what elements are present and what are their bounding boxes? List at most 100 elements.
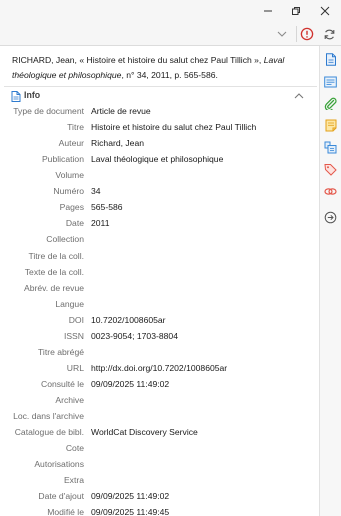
nav-related[interactable] — [323, 184, 338, 199]
close-icon — [320, 6, 330, 16]
info-icon — [325, 53, 336, 66]
field-row-numero: Numéro 34 — [0, 183, 319, 199]
related-icon — [324, 188, 337, 195]
field-row-loc-dans-l-archive: Loc. dans l'archive — [0, 408, 319, 424]
nav-tags[interactable] — [323, 162, 338, 177]
field-row-titre-abrege: Titre abrégé — [0, 344, 319, 360]
field-label-date: Date — [65, 218, 84, 229]
field-label-texte-de-la-coll: Texte de la coll. — [24, 266, 84, 277]
field-row-cote: Cote — [0, 440, 319, 456]
attachments-icon — [324, 97, 337, 110]
citation-text: RICHARD, Jean, « Histoire et histoire du… — [12, 55, 264, 65]
field-value-titre[interactable]: Histoire et histoire du salut chez Paul … — [91, 122, 256, 132]
citation-divider — [4, 86, 317, 87]
field-value-auteur[interactable]: Richard, Jean — [91, 138, 144, 148]
field-row-modifie-le: Modifié le 09/09/2025 11:49:45 — [0, 504, 319, 516]
field-label-cote: Cote — [65, 443, 84, 454]
field-value-date[interactable]: 2011 — [91, 218, 109, 228]
field-value-date-d-ajout[interactable]: 09/09/2025 11:49:02 — [91, 491, 169, 501]
alert-circle-icon — [300, 27, 314, 41]
abstract-icon — [324, 76, 337, 87]
close-button[interactable] — [316, 3, 334, 19]
restore-icon — [292, 7, 300, 15]
field-label-numero: Numéro — [53, 186, 84, 197]
citation-details: , n° 34, 2011, p. 565-586. — [121, 70, 218, 80]
field-label-abrev-de-revue: Abrév. de revue — [23, 282, 84, 293]
field-row-abrev-de-revue: Abrév. de revue — [0, 280, 319, 296]
field-row-auteur: Auteur Richard, Jean — [0, 135, 319, 151]
field-value-url[interactable]: http://dx.doi.org/10.7202/1008605ar — [91, 363, 227, 373]
field-row-titre-de-la-coll: Titre de la coll. — [0, 248, 319, 264]
field-label-collection: Collection — [46, 234, 84, 245]
item-pane-toolbar — [0, 22, 341, 46]
field-label-doi: DOI — [68, 314, 84, 325]
field-label-modifie-le: Modifié le — [47, 507, 84, 516]
sync-icon — [324, 29, 334, 39]
field-label-pages: Pages — [59, 202, 84, 213]
field-row-catalogue-de-bibl: Catalogue de bibl. WorldCat Discovery Ser… — [0, 424, 319, 440]
field-value-publication[interactable]: Laval théologique et philosophique — [91, 154, 223, 164]
minimize-icon — [264, 10, 272, 12]
field-label-catalogue-de-bibl: Catalogue de bibl. — [14, 427, 84, 437]
field-row-pages: Pages 565-586 — [0, 199, 319, 215]
field-row-collection: Collection — [0, 231, 319, 247]
nav-abstract[interactable] — [323, 74, 338, 89]
field-row-date-d-ajout: Date d'ajout 09/09/2025 11:49:02 — [0, 488, 319, 504]
field-row-volume: Volume — [0, 167, 319, 183]
field-row-titre: Titre Histoire et histoire du salut chez … — [0, 119, 319, 135]
field-label-titre-abrege: Titre abrégé — [37, 346, 84, 357]
field-row-autorisations: Autorisations — [0, 456, 319, 472]
retraction-alert-button[interactable] — [298, 25, 316, 43]
chevron-up-icon[interactable] — [294, 92, 304, 100]
toolbar-separator — [296, 26, 297, 42]
field-label-volume: Volume — [55, 170, 84, 181]
field-row-date: Date 2011 — [0, 215, 319, 231]
collapse-button[interactable] — [273, 25, 291, 43]
window-titlebar — [0, 0, 341, 22]
field-label-consulte-le: Consulté le — [41, 378, 84, 389]
info-section-title: Info — [24, 90, 41, 100]
field-row-type-de-document: Type de document Article de revue — [0, 103, 319, 119]
field-value-doi[interactable]: 10.7202/1008605ar — [91, 315, 166, 325]
field-value-issn[interactable]: 0023-9054; 1703-8804 — [91, 331, 178, 341]
sync-button[interactable] — [320, 25, 338, 43]
field-label-titre: Titre — [67, 122, 84, 132]
document-icon — [11, 91, 21, 102]
side-navigation — [319, 46, 341, 516]
notes-icon — [325, 119, 336, 132]
field-label-type-de-document: Type de document — [13, 106, 84, 116]
field-label-auteur: Auteur — [58, 138, 84, 149]
field-row-issn: ISSN 0023-9054; 1703-8804 — [0, 328, 319, 344]
field-label-extra: Extra — [63, 475, 84, 486]
field-value-catalogue-de-bibl[interactable]: WorldCat Discovery Service — [91, 427, 198, 437]
field-label-langue: Langue — [55, 298, 84, 309]
field-value-consulte-le[interactable]: 09/09/2025 11:49:02 — [91, 379, 169, 389]
field-label-publication: Publication — [41, 154, 84, 165]
field-label-url: URL — [66, 362, 84, 373]
field-row-consulte-le: Consulté le 09/09/2025 11:49:02 — [0, 376, 319, 392]
minimize-button[interactable] — [259, 3, 277, 19]
field-value-type-de-document[interactable]: Article de revue — [91, 106, 151, 116]
nav-notes[interactable] — [323, 118, 338, 133]
field-row-url: URL http://dx.doi.org/10.7202/1008605ar — [0, 360, 319, 376]
field-row-extra: Extra — [0, 472, 319, 488]
nav-locate[interactable] — [323, 210, 338, 225]
restore-button[interactable] — [287, 3, 305, 19]
field-label-titre-de-la-coll: Titre de la coll. — [28, 250, 84, 261]
field-label-date-d-ajout: Date d'ajout — [38, 491, 84, 502]
field-row-langue: Langue — [0, 296, 319, 312]
nav-attachments[interactable] — [323, 96, 338, 111]
field-label-autorisations: Autorisations — [34, 459, 84, 470]
field-value-modifie-le[interactable]: 09/09/2025 11:49:45 — [91, 507, 169, 516]
nav-info[interactable] — [323, 52, 338, 67]
libraries-collections-icon — [324, 141, 337, 154]
field-label-issn: ISSN — [63, 330, 84, 341]
citation-preview: RICHARD, Jean, « Histoire et histoire du… — [12, 53, 312, 83]
info-section-header[interactable]: Info — [9, 88, 314, 104]
nav-libraries-collections[interactable] — [323, 140, 338, 155]
field-value-numero[interactable]: 34 — [91, 186, 101, 196]
chevron-down-icon — [277, 31, 287, 37]
locate-icon — [324, 211, 337, 224]
field-value-pages[interactable]: 565-586 — [91, 202, 123, 212]
field-row-publication: Publication Laval théologique et philosop… — [0, 151, 319, 167]
